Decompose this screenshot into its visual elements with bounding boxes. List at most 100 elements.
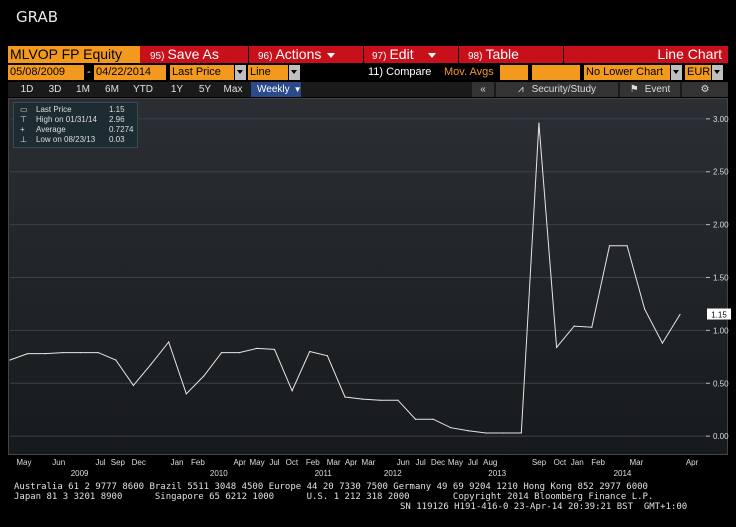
- price-point: [9, 359, 11, 361]
- legend-low-label: Low on 08/23/13: [36, 135, 96, 144]
- x-month-label: Jul: [468, 458, 478, 467]
- footer-contacts-line-1: Australia 61 2 9777 8600 Brazil 5511 304…: [14, 482, 648, 492]
- price-point: [379, 399, 381, 401]
- price-point: [661, 342, 663, 344]
- y-tick-label: 1.50: [713, 274, 729, 283]
- x-month-label: Apr: [233, 458, 246, 467]
- price-point: [591, 326, 593, 328]
- legend-high-label: High on 01/31/14: [36, 115, 97, 124]
- price-point: [503, 432, 505, 434]
- x-month-label: Apr: [345, 458, 358, 467]
- y-tick-label: 0.00: [713, 432, 729, 441]
- x-month-label: Jun: [52, 458, 65, 467]
- price-point: [344, 396, 346, 398]
- legend-last-price-label: Last Price: [36, 105, 72, 114]
- x-year-label: 2009: [71, 469, 89, 478]
- x-month-label: May: [16, 458, 31, 467]
- price-point: [309, 350, 311, 353]
- price-point: [326, 355, 328, 357]
- x-month-label: Jul: [416, 458, 426, 467]
- price-point: [397, 399, 399, 401]
- price-point: [467, 430, 470, 432]
- price-point: [115, 359, 117, 361]
- price-point: [203, 375, 205, 377]
- line-chart[interactable]: 0.00 0.50 1.00 1.50 2.00 2.50 3.00 May Jun Jul Se…: [0, 0, 736, 527]
- chart-legend: ▭ Last Price 1.15 ⊤ High on 01/31/14 2.9…: [13, 102, 138, 148]
- x-month-label: Jan: [171, 458, 184, 467]
- footer-session-line: SN 119126 H191-416-0 23-Apr-14 20:39:21 …: [400, 502, 688, 512]
- x-month-label: May: [448, 458, 463, 467]
- price-point: [414, 418, 417, 420]
- average-marker-icon: +: [20, 125, 25, 134]
- high-marker-icon: ⊤: [20, 115, 27, 124]
- legend-last-price-value: 1.15: [109, 105, 125, 114]
- x-month-label: Jul: [95, 458, 105, 467]
- price-point: [185, 393, 187, 395]
- y-tick-label: 2.50: [713, 168, 729, 177]
- x-month-label: Mar: [362, 458, 376, 467]
- x-month-label: Oct: [554, 458, 567, 467]
- x-month-label: Dec: [132, 458, 146, 467]
- price-point: [432, 418, 434, 420]
- last-price-swatch-icon: ▭: [20, 105, 28, 114]
- price-point: [485, 432, 487, 434]
- price-point: [273, 348, 276, 351]
- x-month-label: Mar: [327, 458, 341, 467]
- x-axis-ticks: May Jun Jul Sep Dec Jan Feb Apr May Jul Oct Feb Mar A…: [16, 458, 698, 478]
- x-month-label: May: [250, 458, 265, 467]
- x-month-label: Sep: [111, 458, 126, 467]
- price-point: [573, 325, 575, 327]
- price-point: [79, 351, 82, 354]
- y-tick-label: 1.00: [713, 326, 729, 335]
- legend-average-value: 0.7274: [109, 125, 134, 134]
- x-year-label: 2011: [315, 469, 333, 478]
- price-point: [362, 398, 364, 400]
- x-month-label: Mar: [630, 458, 644, 467]
- price-point: [626, 245, 628, 247]
- price-line: [9, 123, 681, 434]
- price-point: [520, 432, 522, 434]
- x-month-label: Jul: [269, 458, 279, 467]
- y-tick-label: 3.00: [713, 115, 729, 124]
- y-axis-ticks: 0.00 0.50 1.00 1.50 2.00 2.50 3.00: [706, 115, 729, 441]
- price-point: [27, 353, 29, 355]
- x-month-label: Feb: [306, 458, 320, 467]
- price-point: [450, 427, 452, 429]
- x-year-label: 2010: [210, 469, 228, 478]
- x-month-label: Apr: [686, 458, 699, 467]
- x-year-label: 2014: [614, 469, 632, 478]
- low-marker-icon: ⊥: [20, 135, 27, 144]
- last-price-tag-label: 1.15: [711, 311, 727, 320]
- x-month-label: Dec: [431, 458, 445, 467]
- price-point: [150, 363, 152, 365]
- footer-contacts-line-2: Japan 81 3 3201 8900 Singapore 65 6212 1…: [14, 492, 654, 502]
- last-price-tag: 1.15: [707, 308, 731, 320]
- x-month-label: Feb: [191, 458, 205, 467]
- price-point: [555, 346, 558, 348]
- x-year-label: 2012: [384, 469, 402, 478]
- x-year-label: 2013: [488, 469, 506, 478]
- price-point: [168, 341, 170, 343]
- x-month-label: Aug: [483, 458, 497, 467]
- legend-high-value: 2.96: [109, 115, 125, 124]
- price-point: [256, 347, 258, 349]
- price-point: [97, 351, 99, 354]
- x-month-label: Jan: [571, 458, 584, 467]
- legend-low-value: 0.03: [109, 135, 125, 144]
- x-month-label: Sep: [532, 458, 547, 467]
- price-point: [62, 351, 64, 354]
- x-month-label: Jun: [397, 458, 410, 467]
- x-month-label: Oct: [286, 458, 299, 467]
- y-tick-label: 0.50: [713, 379, 729, 388]
- legend-average-label: Average: [36, 125, 66, 134]
- x-month-label: Feb: [591, 458, 605, 467]
- price-point: [132, 384, 135, 386]
- price-point: [679, 313, 681, 316]
- price-point: [238, 351, 240, 354]
- price-point: [44, 353, 46, 355]
- price-point: [644, 308, 646, 310]
- price-point: [291, 390, 293, 392]
- price-point: [220, 351, 223, 354]
- grid-lines: [10, 118, 706, 437]
- y-tick-label: 2.00: [713, 221, 729, 230]
